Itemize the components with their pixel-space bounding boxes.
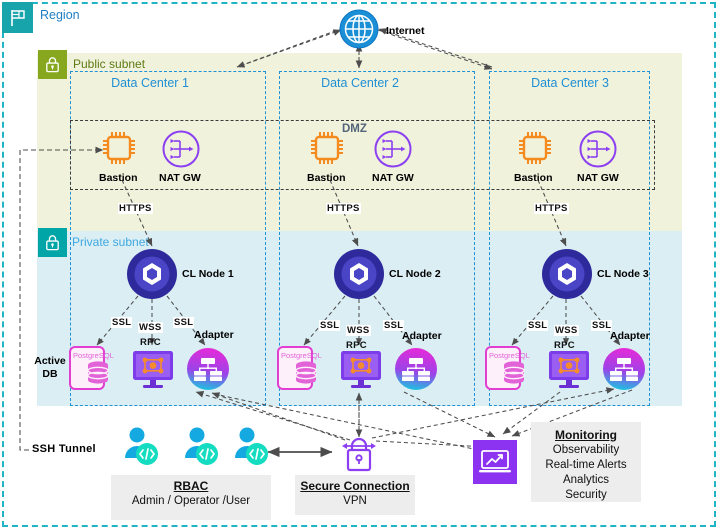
ssl-label-dc1-right: SSL: [173, 317, 195, 328]
bastion-icon-dc2: [307, 128, 347, 173]
active-db-line2: DB: [42, 368, 58, 380]
svg-text:PostgreSQL: PostgreSQL: [73, 351, 114, 360]
nat-gw-label-dc2: NAT GW: [372, 172, 414, 184]
user-code-icon-1[interactable]: [120, 425, 162, 472]
adapter-icon-dc2: [394, 347, 438, 396]
ssh-tunnel-label: SSH Tunnel: [30, 443, 98, 455]
lock-icon-public: [38, 50, 67, 79]
rpc-label-dc1: RPC: [140, 337, 161, 348]
adapter-label-dc3: Adapter: [610, 330, 650, 342]
wss-label-dc1: WSS: [138, 322, 163, 333]
data-center-1-title: Data Center 1: [111, 76, 189, 90]
cl-node-icon-3: [541, 248, 593, 305]
data-center-3-title: Data Center 3: [531, 76, 609, 90]
adapter-label-dc2: Adapter: [402, 330, 442, 342]
bastion-label-dc3: Bastion: [514, 172, 553, 184]
rpc-monitor-icon-dc1: [131, 349, 175, 396]
wss-label-dc3: WSS: [554, 325, 579, 336]
ssl-label-dc2-left: SSL: [319, 320, 341, 331]
monitoring-title: Monitoring: [555, 428, 617, 442]
nat-gw-label-dc1: NAT GW: [159, 172, 201, 184]
user-code-icon-3[interactable]: [230, 425, 272, 472]
monitoring-line-3: Analytics: [562, 474, 610, 486]
nat-gw-icon-dc1: [161, 129, 201, 174]
cl-node-label-3: CL Node 3: [597, 268, 649, 280]
private-subnet-label: Private subnet: [72, 235, 149, 249]
user-code-icon-2[interactable]: [180, 425, 222, 472]
vpn-subtitle: VPN: [343, 495, 367, 507]
bastion-label-dc2: Bastion: [307, 172, 346, 184]
public-subnet-label: Public subnet: [73, 57, 146, 71]
region-label: Region: [40, 8, 80, 22]
architecture-diagram: Region Data Center 1 Data Center 2 Data …: [0, 0, 721, 531]
data-center-2-title: Data Center 2: [321, 76, 399, 90]
https-label-dc2: HTTPS: [326, 203, 361, 214]
flag-icon: [2, 2, 33, 33]
svg-text:PostgreSQL: PostgreSQL: [281, 351, 322, 360]
rpc-monitor-icon-dc2: [339, 349, 383, 396]
analytics-monitor-icon[interactable]: [473, 440, 517, 489]
cl-node-icon-2: [333, 248, 385, 305]
nat-gw-icon-dc2: [373, 129, 413, 174]
postgresql-icon-dc2: PostgreSQL: [276, 345, 328, 396]
bastion-icon-dc3: [515, 128, 555, 173]
wss-label-dc2: WSS: [346, 325, 371, 336]
bastion-icon-dc1: [99, 128, 139, 173]
vpn-box: Secure Connection VPN: [295, 475, 415, 515]
ssl-label-dc3-left: SSL: [527, 320, 549, 331]
active-db-line1: Active: [34, 355, 66, 367]
cl-node-icon-1: [126, 248, 178, 305]
https-label-dc3: HTTPS: [534, 203, 569, 214]
vpn-title: Secure Connection: [300, 479, 410, 493]
bastion-label-dc1: Bastion: [99, 172, 138, 184]
postgresql-icon-dc1: PostgreSQL: [68, 345, 120, 396]
cl-node-label-2: CL Node 2: [389, 268, 441, 280]
padlock-icon: [340, 432, 378, 479]
adapter-icon-dc1: [186, 347, 230, 396]
active-db-label: Active DB: [33, 355, 67, 381]
monitoring-line-1: Observability: [552, 444, 620, 456]
rbac-box: RBAC Admin / Operator /User: [111, 475, 271, 520]
monitoring-box: Monitoring Observability Real-time Alert…: [531, 422, 641, 502]
globe-icon: [338, 8, 380, 55]
rbac-title: RBAC: [173, 479, 209, 493]
rpc-monitor-icon-dc3: [547, 349, 591, 396]
internet-label: Internet: [386, 25, 425, 37]
nat-gw-label-dc3: NAT GW: [577, 172, 619, 184]
adapter-icon-dc3: [602, 347, 646, 396]
nat-gw-icon-dc3: [578, 129, 618, 174]
cl-node-label-1: CL Node 1: [182, 268, 234, 280]
monitoring-line-4: Security: [565, 489, 607, 501]
monitoring-line-2: Real-time Alerts: [545, 459, 627, 471]
svg-text:PostgreSQL: PostgreSQL: [489, 351, 530, 360]
rbac-subtitle: Admin / Operator /User: [131, 495, 251, 507]
postgresql-icon-dc3: PostgreSQL: [484, 345, 536, 396]
lock-icon-private: [38, 228, 67, 257]
adapter-label-dc1: Adapter: [194, 329, 234, 341]
https-label-dc1: HTTPS: [118, 203, 153, 214]
ssl-label-dc1-left: SSL: [111, 317, 133, 328]
